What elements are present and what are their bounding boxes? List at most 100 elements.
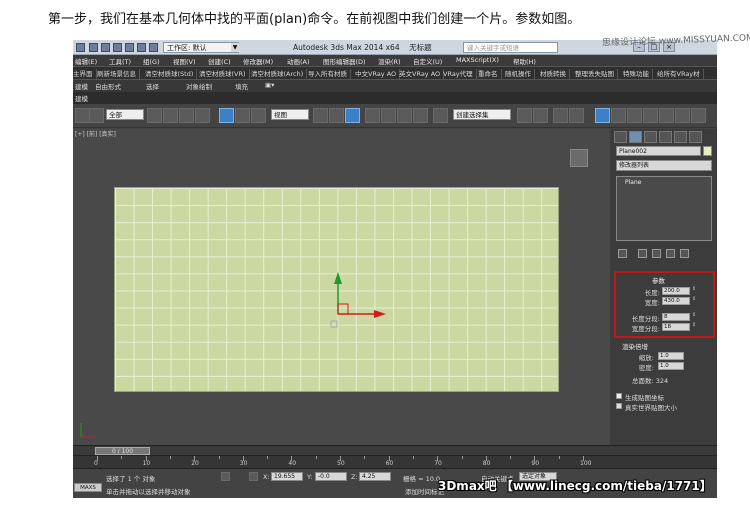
menu-rendering[interactable]: 渲染(R) bbox=[378, 56, 401, 66]
display-tab-icon[interactable] bbox=[674, 131, 687, 143]
front-viewport[interactable]: [+] [前] [真实] bbox=[73, 129, 610, 445]
plugin-special[interactable]: 特殊功能 bbox=[623, 69, 653, 79]
select-object-icon[interactable] bbox=[147, 108, 162, 123]
viewport-label[interactable]: [+] [前] [真实] bbox=[75, 129, 116, 138]
curve-editor-icon[interactable] bbox=[595, 108, 610, 123]
undo-icon[interactable] bbox=[125, 43, 134, 52]
plugin-random[interactable]: 随机操作 bbox=[505, 69, 535, 79]
link-icon[interactable] bbox=[89, 108, 104, 123]
real-world-checkbox[interactable] bbox=[616, 403, 622, 409]
ribbon-options-icon[interactable]: ▣▾ bbox=[265, 81, 274, 89]
menu-create[interactable]: 创建(C) bbox=[208, 56, 231, 66]
menu-views[interactable]: 视图(V) bbox=[173, 56, 196, 66]
tab-selection[interactable]: 选择 bbox=[146, 81, 159, 91]
menu-graph-editors[interactable]: 图形编辑器(D) bbox=[323, 56, 366, 66]
render-multipliers-title[interactable]: 渲染倍增 bbox=[622, 341, 648, 351]
make-unique-icon[interactable] bbox=[652, 249, 661, 258]
create-tab-icon[interactable] bbox=[614, 131, 627, 143]
pin-stack-icon[interactable] bbox=[618, 249, 627, 258]
menu-edit[interactable]: 编辑(E) bbox=[75, 56, 97, 66]
menu-modifiers[interactable]: 修改器(M) bbox=[243, 56, 273, 66]
plugin-main[interactable]: 主界面 bbox=[73, 69, 97, 79]
configure-sets-icon[interactable] bbox=[680, 249, 689, 258]
remove-modifier-icon[interactable] bbox=[666, 249, 675, 258]
plugin-clear-std[interactable]: 清空材质球(Std) bbox=[145, 69, 198, 79]
absolute-mode-icon[interactable] bbox=[249, 472, 258, 481]
keyboard-shortcut-icon[interactable] bbox=[345, 108, 360, 123]
plugin-convert[interactable]: 材质转换 bbox=[540, 69, 570, 79]
material-editor-icon[interactable] bbox=[627, 108, 642, 123]
plugin-en-vray-ao[interactable]: 英文VRay AO bbox=[399, 69, 445, 79]
gizmo-plane-handle[interactable] bbox=[337, 303, 349, 315]
length-segs-spinner[interactable]: ⇕ bbox=[692, 313, 696, 321]
select-manipulate-icon[interactable] bbox=[329, 108, 344, 123]
maxscript-listener[interactable]: MAXS bbox=[74, 483, 102, 492]
window-crossing-icon[interactable] bbox=[195, 108, 210, 123]
plugin-vray-all[interactable]: 给所有VRay材 bbox=[657, 69, 704, 79]
rect-selection-icon[interactable] bbox=[179, 108, 194, 123]
redo-icon[interactable] bbox=[137, 43, 146, 52]
menu-maxscript[interactable]: MAXScript(X) bbox=[456, 56, 499, 64]
menu-customize[interactable]: 自定义(U) bbox=[413, 56, 442, 66]
menu-group[interactable]: 组(G) bbox=[143, 56, 160, 66]
angle-snap-icon[interactable] bbox=[381, 108, 396, 123]
project-folder-icon[interactable] bbox=[149, 43, 158, 52]
spinner-snap-icon[interactable] bbox=[413, 108, 428, 123]
selection-filter-dropdown[interactable]: 全部 bbox=[106, 109, 144, 120]
app-logo-icon[interactable] bbox=[76, 43, 85, 52]
width-segs-input[interactable]: 18 bbox=[662, 323, 690, 331]
tab-freeform[interactable]: 自由形式 bbox=[95, 81, 121, 91]
plugin-missing-maps[interactable]: 整理丢失贴图 bbox=[575, 69, 618, 79]
plugin-rename[interactable]: 重命名 bbox=[478, 69, 502, 79]
render-production-icon[interactable] bbox=[691, 108, 706, 123]
modifier-stack[interactable]: Plane bbox=[616, 176, 712, 241]
hierarchy-tab-icon[interactable] bbox=[644, 131, 657, 143]
plugin-import-mats[interactable]: 导入所有材质 bbox=[308, 69, 351, 79]
gen-mapping-checkbox[interactable] bbox=[616, 393, 622, 399]
percent-snap-icon[interactable] bbox=[397, 108, 412, 123]
align-icon[interactable] bbox=[533, 108, 548, 123]
length-spinner[interactable]: ⇕ bbox=[692, 287, 696, 295]
select-scale-icon[interactable] bbox=[251, 108, 266, 123]
save-file-icon[interactable] bbox=[113, 43, 122, 52]
open-file-icon[interactable] bbox=[101, 43, 110, 52]
plugin-clear-arch[interactable]: 清空材质球(Arch) bbox=[251, 69, 308, 79]
length-segs-input[interactable]: 8 bbox=[662, 313, 690, 321]
viewcube-icon[interactable] bbox=[570, 149, 588, 167]
z-coord-input[interactable]: 4.25 bbox=[359, 472, 391, 481]
time-slider-handle[interactable]: 0 / 100 bbox=[95, 447, 150, 455]
time-slider[interactable]: 0 / 100 bbox=[73, 445, 717, 455]
schematic-view-icon[interactable] bbox=[611, 108, 626, 123]
menu-tools[interactable]: 工具(T) bbox=[109, 56, 131, 66]
reference-coord-dropdown[interactable]: 视图 bbox=[271, 109, 309, 120]
render-setup-icon[interactable] bbox=[643, 108, 658, 123]
lock-selection-icon[interactable] bbox=[221, 472, 230, 481]
length-input[interactable]: 200.0 bbox=[662, 287, 690, 295]
object-color-swatch[interactable] bbox=[703, 146, 712, 156]
plugin-vray-proxy[interactable]: VRay代理 bbox=[443, 69, 477, 79]
modifier-list-dropdown[interactable]: 修改器列表 bbox=[616, 160, 712, 171]
object-name-field[interactable]: Plane002 bbox=[616, 146, 701, 156]
utilities-tab-icon[interactable] bbox=[689, 131, 702, 143]
chevron-down-icon[interactable]: ▼ bbox=[231, 43, 239, 52]
track-bar[interactable]: 0 10 20 30 40 50 60 70 80 90 100 bbox=[73, 455, 717, 468]
search-input[interactable]: 键入关键字或短语 bbox=[463, 42, 558, 53]
undo-icon[interactable] bbox=[75, 108, 90, 123]
plugin-clear-vr[interactable]: 清空材质球(VR) bbox=[199, 69, 250, 79]
menu-animation[interactable]: 动画(A) bbox=[287, 56, 310, 66]
select-move-icon[interactable] bbox=[219, 108, 234, 123]
snap-toggle-icon[interactable] bbox=[365, 108, 380, 123]
width-spinner[interactable]: ⇕ bbox=[692, 297, 696, 305]
move-gizmo-icon[interactable] bbox=[318, 264, 398, 344]
render-teapot-icon[interactable] bbox=[675, 108, 690, 123]
pivot-center-icon[interactable] bbox=[313, 108, 328, 123]
mirror-icon[interactable] bbox=[517, 108, 532, 123]
width-input[interactable]: 430.0 bbox=[662, 297, 690, 305]
params-rollout-title[interactable]: 参数 bbox=[652, 275, 665, 285]
layer-manager-icon[interactable] bbox=[553, 108, 568, 123]
tab-object-paint[interactable]: 对象绘制 bbox=[186, 81, 212, 91]
named-selection-dropdown[interactable]: 创建选择集 bbox=[453, 109, 511, 120]
width-segs-spinner[interactable]: ⇕ bbox=[692, 323, 696, 331]
graphite-toggle-icon[interactable] bbox=[569, 108, 584, 123]
x-coord-input[interactable]: 19.655 bbox=[271, 472, 303, 481]
